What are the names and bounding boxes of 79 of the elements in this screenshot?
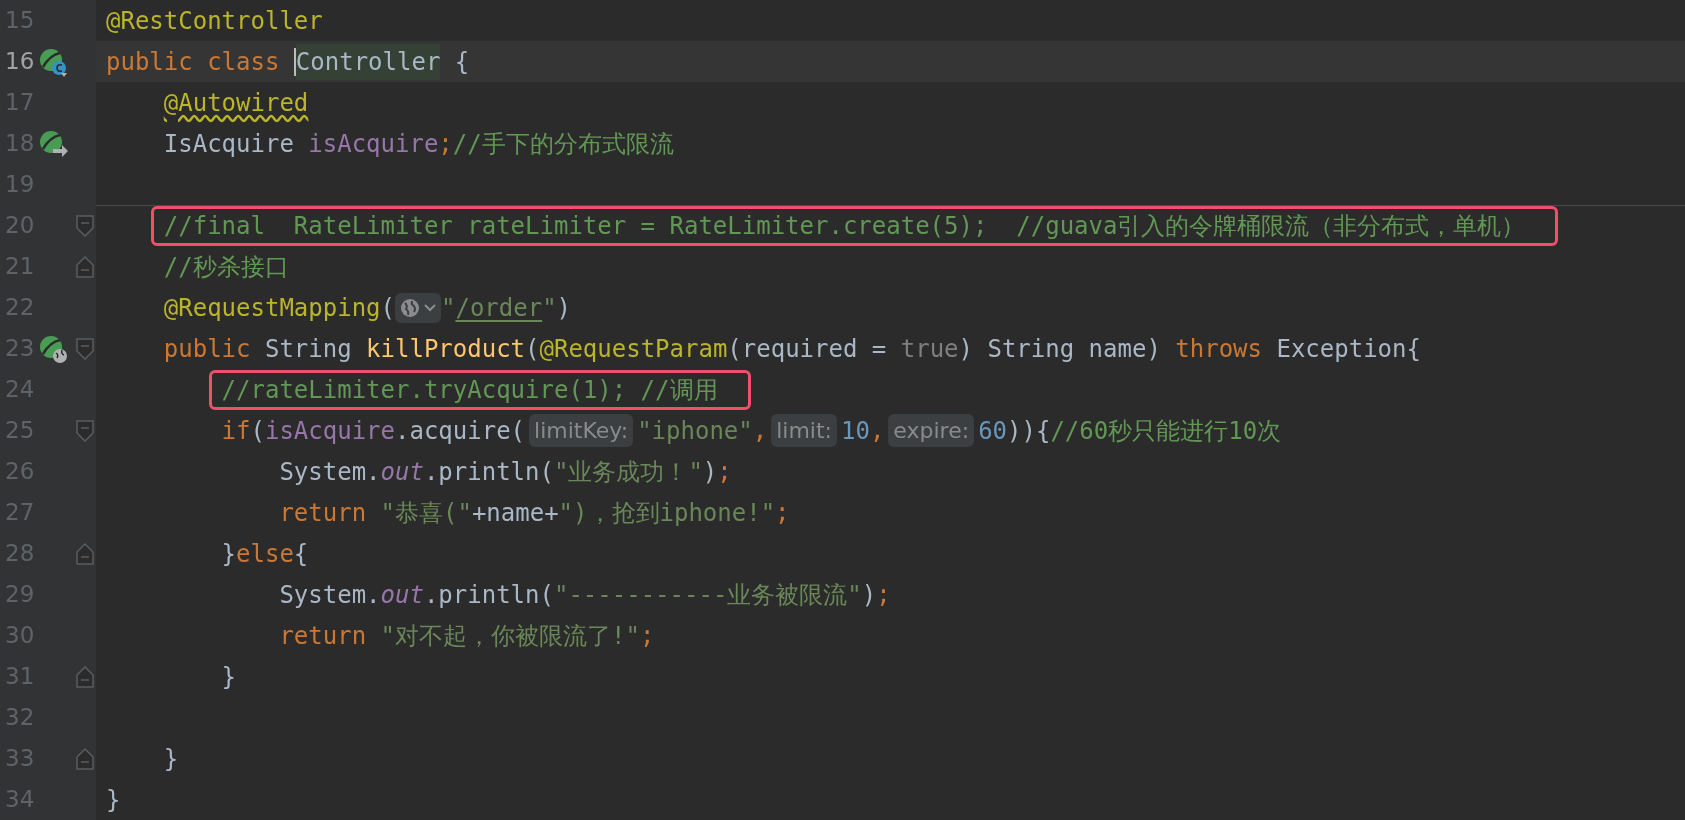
code-text: Exception{ bbox=[1276, 333, 1421, 365]
fold-marker-icon[interactable] bbox=[76, 255, 94, 278]
annotation: @RequestParam bbox=[539, 333, 728, 365]
globe-dropdown-icon[interactable] bbox=[395, 292, 441, 323]
comment: //rateLimiter.tryAcquire(1); //调用 bbox=[221, 374, 718, 406]
keyword: , bbox=[869, 415, 885, 447]
keyword: return bbox=[279, 620, 367, 652]
code-text: .acquire( bbox=[395, 415, 526, 447]
code-text: ( bbox=[250, 415, 265, 447]
keyword: public class bbox=[106, 46, 280, 78]
fold-marker-icon[interactable] bbox=[76, 747, 94, 770]
keyword: throws bbox=[1175, 333, 1262, 365]
string-literal: "iphone" bbox=[637, 415, 753, 447]
keyword: ; bbox=[775, 497, 790, 529]
annotation: @RestController bbox=[106, 5, 323, 37]
keyword: ; bbox=[639, 620, 655, 652]
code-text: } bbox=[163, 743, 179, 775]
code-text: .println( bbox=[423, 456, 554, 488]
code-text: { bbox=[293, 538, 309, 570]
fold-marker-icon[interactable] bbox=[76, 214, 94, 237]
parameter-hint: limitKey: bbox=[529, 414, 634, 447]
code-text: ( bbox=[380, 292, 395, 324]
keyword: ; bbox=[876, 579, 891, 611]
fold-marker-icon[interactable] bbox=[76, 542, 94, 565]
keyword: ; bbox=[717, 456, 732, 488]
bean-class-icon[interactable] bbox=[38, 46, 68, 77]
number-literal: 10 bbox=[841, 415, 870, 447]
keyword: else bbox=[236, 538, 294, 570]
code-text: IsAcquire bbox=[163, 128, 294, 160]
code-text: (required = bbox=[727, 333, 887, 365]
static-field: out bbox=[380, 576, 424, 613]
number-literal: 60 bbox=[978, 415, 1008, 447]
keyword: , bbox=[752, 415, 768, 447]
method-name: killProduct bbox=[366, 333, 526, 365]
static-field: out bbox=[380, 453, 424, 490]
code-text: ( bbox=[525, 333, 540, 365]
string-literal: "对不起，你被限流了!" bbox=[380, 620, 640, 652]
code-text: ) String name) bbox=[958, 333, 1161, 365]
annotation: @RequestMapping bbox=[163, 292, 381, 324]
parameter-hint: expire: bbox=[888, 414, 975, 447]
string-literal: " bbox=[441, 292, 456, 324]
keyword: if bbox=[221, 415, 251, 447]
annotation: @Autowired bbox=[163, 87, 309, 119]
comment: //手下的分布式限流 bbox=[452, 128, 674, 160]
fold-marker-icon[interactable] bbox=[76, 665, 94, 688]
code-text: System. bbox=[279, 579, 381, 611]
line-number: 16 bbox=[4, 47, 36, 77]
string-literal: " bbox=[542, 292, 557, 324]
code-text: ) bbox=[861, 579, 877, 611]
string-literal: "业务成功！" bbox=[553, 456, 703, 488]
default-value: true bbox=[900, 333, 959, 365]
code-text: System. bbox=[279, 456, 381, 488]
code-text: { bbox=[454, 46, 470, 78]
fold-marker-icon[interactable] bbox=[76, 337, 94, 360]
code-text: ) bbox=[556, 292, 572, 324]
comment: //60秒只能进行10次 bbox=[1050, 415, 1282, 447]
bean-arrow-icon[interactable] bbox=[38, 128, 68, 159]
field-name: isAcquire bbox=[308, 128, 439, 160]
code-text: } bbox=[221, 538, 237, 570]
code-text: .println( bbox=[423, 579, 554, 611]
comment: //final RateLimiter rateLimiter = RateLimiter.create(5); //guava引入的令牌桶限流（非分布式，单机） bbox=[163, 211, 1526, 242]
class-name: Controller bbox=[295, 43, 441, 80]
string-literal: "恭喜(" bbox=[380, 497, 472, 529]
keyword: return bbox=[279, 497, 367, 529]
code-text: String bbox=[264, 333, 352, 365]
keyword: ; bbox=[438, 128, 453, 160]
code-text: +name+ bbox=[471, 497, 559, 529]
field-name: isAcquire bbox=[264, 415, 395, 447]
parameter-hint: limit: bbox=[771, 414, 837, 447]
string-literal: "-----------业务被限流" bbox=[553, 579, 862, 611]
fold-marker-icon[interactable] bbox=[76, 419, 94, 442]
string-literal: ")，抢到iphone!" bbox=[558, 497, 776, 529]
keyword: public bbox=[163, 333, 251, 365]
code-text: ) bbox=[702, 456, 718, 488]
bean-globe-icon[interactable] bbox=[38, 333, 68, 364]
comment: //秒杀接口 bbox=[163, 251, 289, 283]
code-text: )){ bbox=[1007, 415, 1051, 447]
code-text: } bbox=[221, 661, 237, 693]
code-text: } bbox=[106, 784, 121, 816]
